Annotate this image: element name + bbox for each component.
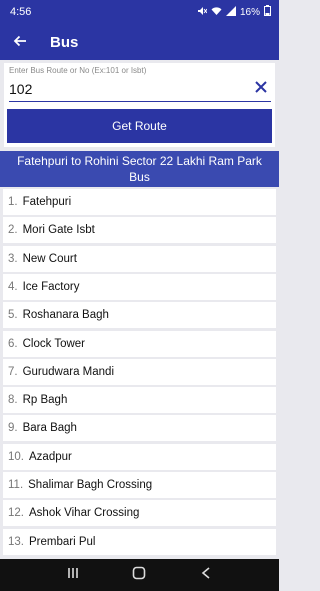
list-item[interactable]: 8. Rp Bagh <box>3 387 276 414</box>
back-button[interactable] <box>2 24 38 60</box>
stop-number: 2. <box>8 224 18 237</box>
home-button[interactable] <box>124 563 154 587</box>
recent-apps-button[interactable] <box>58 563 88 587</box>
arrow-left-icon <box>13 32 27 53</box>
stop-number: 8. <box>8 394 18 407</box>
stop-name: Gurudwara Mandi <box>22 365 114 378</box>
list-item[interactable]: 11. Shalimar Bagh Crossing <box>3 472 276 498</box>
list-item[interactable]: 4. Ice Factory <box>3 273 276 300</box>
get-route-button[interactable]: Get Route <box>7 109 272 143</box>
search-label: Enter Bus Route or No (Ex:101 or Isbt) <box>9 66 147 75</box>
system-nav-bar <box>0 559 279 591</box>
route-search-input[interactable] <box>9 78 259 100</box>
input-underline <box>9 101 271 102</box>
search-card: Enter Bus Route or No (Ex:101 or Isbt) G… <box>4 63 275 147</box>
list-item[interactable]: 6. Clock Tower <box>3 330 276 357</box>
stop-number: 6. <box>8 337 18 350</box>
stop-name: Fatehpuri <box>22 196 72 208</box>
stop-name: Clock Tower <box>22 337 86 350</box>
mute-icon <box>197 6 208 19</box>
list-item[interactable]: 5. Roshanara Bagh <box>3 302 276 329</box>
list-item[interactable]: 7. Gurudwara Mandi <box>3 358 276 385</box>
list-item[interactable]: 12. Ashok Vihar Crossing <box>3 500 276 527</box>
list-item[interactable]: 3. New Court <box>3 245 276 272</box>
status-time: 4:56 <box>10 6 32 18</box>
clear-button[interactable] <box>251 79 271 99</box>
status-bar: 4:56 16% <box>0 0 279 24</box>
route-title: Fatehpuri to Rohini Sector 22 Lakhi Ram … <box>0 151 279 187</box>
stop-number: 13. <box>8 535 24 548</box>
list-item[interactable]: 1. Fatehpuri <box>3 189 276 215</box>
battery-icon <box>264 5 271 19</box>
stop-name: Rp Bagh <box>22 394 68 407</box>
back-nav-button[interactable] <box>191 563 221 587</box>
wifi-icon <box>211 6 222 19</box>
list-item[interactable]: 13. Prembari Pul <box>3 528 276 555</box>
battery-percent: 16% <box>239 6 260 18</box>
page-title: Bus <box>50 33 79 51</box>
signal-icon <box>225 5 236 19</box>
stop-name: Ashok Vihar Crossing <box>29 507 140 520</box>
stop-number: 9. <box>8 422 18 435</box>
stop-name: Prembari Pul <box>29 535 96 548</box>
home-icon <box>132 566 146 585</box>
stop-number: 11. <box>8 479 24 491</box>
stop-name: New Court <box>22 252 77 265</box>
app-bar: Bus <box>0 24 279 60</box>
stop-name: Ice Factory <box>22 280 80 293</box>
stop-name: Bara Bagh <box>22 422 77 435</box>
stop-number: 3. <box>8 252 18 265</box>
stop-number: 1. <box>8 196 18 208</box>
recent-apps-icon <box>67 566 79 584</box>
stop-name: Azadpur <box>29 450 72 463</box>
stop-name: Mori Gate Isbt <box>22 224 95 237</box>
stop-name: Shalimar Bagh Crossing <box>28 479 153 491</box>
stop-number: 4. <box>8 280 18 293</box>
stop-name: Roshanara Bagh <box>22 309 109 322</box>
list-item[interactable]: 10. Azadpur <box>3 443 276 470</box>
status-icons: 16% <box>197 5 271 19</box>
chevron-left-icon <box>201 566 211 584</box>
stop-number: 10. <box>8 450 24 463</box>
stop-number: 5. <box>8 309 18 322</box>
stop-list: 1. Fatehpuri 2. Mori Gate Isbt 3. New Court… <box>0 189 279 557</box>
close-icon <box>255 80 267 98</box>
list-item[interactable]: 2. Mori Gate Isbt <box>3 217 276 244</box>
stop-number: 7. <box>8 365 18 378</box>
list-item[interactable]: 9. Bara Bagh <box>3 415 276 442</box>
stop-number: 12. <box>8 507 24 520</box>
